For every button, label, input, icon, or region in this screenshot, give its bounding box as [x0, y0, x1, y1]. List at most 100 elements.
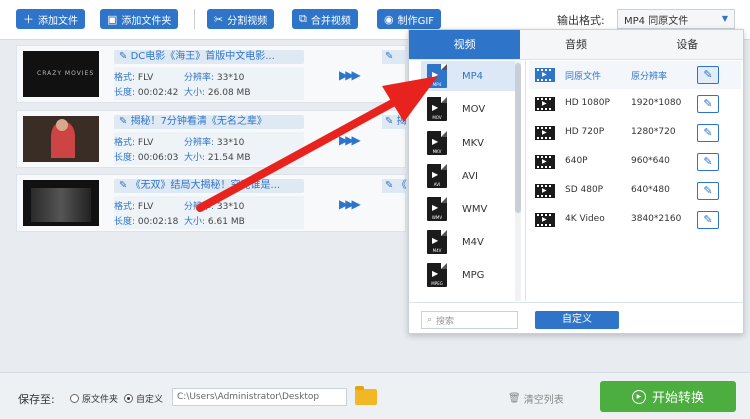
custom-button[interactable]: 自定义	[535, 311, 619, 329]
output-format-select[interactable]: MP4 同原文件 ▼	[617, 9, 735, 29]
scrollbar-thumb[interactable]	[515, 63, 521, 213]
edit-icon[interactable]: ✎	[697, 66, 719, 84]
edit-icon[interactable]: ✎	[697, 211, 719, 229]
split-video-button[interactable]: ✂ 分割视频	[207, 9, 275, 29]
gif-icon: ◉	[384, 12, 394, 26]
file-row-3[interactable]: ✎ 《无双》结局大揭秘！究竟谁是... 格式: FLV 分辨率: 33*10 长…	[16, 174, 407, 232]
edit-icon[interactable]: ✎	[697, 153, 719, 171]
output-title[interactable]: ✎ 揭	[382, 115, 407, 129]
format-name: MKV	[462, 137, 485, 149]
file-size: 大小: 6.61 MB	[184, 217, 245, 227]
edit-icon[interactable]: ✎	[697, 182, 719, 200]
format-name: M4V	[462, 236, 484, 248]
resolution-row[interactable]: ▶ 4K Video 3840*2160 ✎	[529, 206, 741, 234]
format-item-wmv[interactable]: ▶ WMV WMV	[421, 194, 521, 224]
format-name: AVI	[462, 170, 478, 182]
film-icon: ▶	[535, 184, 555, 198]
bottom-bar: 保存至: 原文件夹 自定义 C:\Users\Administrator\Des…	[0, 372, 750, 419]
edit-icon[interactable]: ✎	[697, 95, 719, 113]
m4v-file-icon: ▶ M4V	[427, 230, 447, 254]
tab-device[interactable]: 设备	[631, 30, 743, 59]
file-duration: 长度: 00:02:42	[114, 88, 179, 98]
format-item-mpg[interactable]: ▶ MPEG MPG	[421, 260, 521, 290]
panel-footer: ⌕ 搜索 自定义	[409, 302, 743, 333]
file-resolution: 分辨率: 33*10	[184, 138, 245, 148]
plus-icon: ＋	[23, 13, 34, 26]
video-thumbnail	[23, 180, 99, 226]
output-path-field[interactable]: C:\Users\Administrator\Desktop	[172, 388, 347, 406]
resolution-row[interactable]: ▶ 640P 960*640 ✎	[529, 148, 741, 176]
save-to-label: 保存至:	[18, 393, 55, 406]
file-format: 格式: FLV	[114, 73, 154, 83]
format-name: WMV	[462, 203, 488, 215]
file-resolution: 分辨率: 33*10	[184, 73, 245, 83]
output-title[interactable]: ✎ DC	[382, 50, 407, 64]
format-search-input[interactable]: ⌕ 搜索	[421, 311, 518, 329]
start-convert-label: 开始转换	[651, 391, 704, 406]
radio-custom-folder[interactable]: 自定义	[124, 392, 163, 405]
edit-icon[interactable]: ✎	[697, 124, 719, 142]
video-thumbnail: CRAZY MOVIES	[23, 51, 99, 97]
caret-down-icon: ▼	[721, 14, 728, 23]
resolution-name: SD 480P	[565, 185, 604, 195]
resolution-name: HD 720P	[565, 127, 605, 137]
toolbar-divider	[194, 9, 195, 29]
clear-list-button[interactable]: 🗑 清空列表	[508, 391, 564, 406]
resolution-row[interactable]: ▶ HD 1080P 1920*1080 ✎	[529, 90, 741, 118]
resolution-value: 原分辨率	[631, 72, 668, 82]
video-thumbnail	[23, 116, 99, 162]
mpg-file-icon: ▶ MPEG	[427, 263, 447, 287]
file-title[interactable]: ✎ DC电影《海王》首版中文电影...	[114, 50, 304, 64]
format-list-scrollbar[interactable]	[515, 61, 521, 301]
merge-icon: ⧉	[299, 12, 307, 25]
add-file-button[interactable]: ＋ 添加文件	[16, 9, 85, 29]
format-item-avi[interactable]: ▶ AVI AVI	[421, 161, 521, 191]
start-convert-button[interactable]: ▶ 开始转换	[600, 381, 736, 412]
make-gif-button[interactable]: ◉ 制作GIF	[377, 9, 442, 29]
format-item-mkv[interactable]: ▶ MKV MKV	[421, 128, 521, 158]
film-icon: ▶	[535, 155, 555, 169]
resolution-row[interactable]: ▶ 同原文件 原分辨率 ✎	[529, 61, 741, 89]
file-resolution: 分辨率: 33*10	[184, 202, 245, 212]
output-format-value: MP4 同原文件	[624, 15, 689, 27]
format-item-m4v[interactable]: ▶ M4V M4V	[421, 227, 521, 257]
add-folder-button[interactable]: ▣ 添加文件夹	[100, 9, 179, 29]
format-item-mp4[interactable]: ▶ MP4 MP4	[421, 61, 521, 91]
file-title[interactable]: ✎ 《无双》结局大揭秘！究竟谁是...	[114, 179, 304, 193]
scissors-icon: ✂	[214, 12, 224, 26]
output-title[interactable]: ✎ 《	[382, 179, 407, 193]
resolution-value: 1920*1080	[631, 98, 682, 108]
resolution-name: 640P	[565, 156, 588, 166]
resolution-row[interactable]: ▶ HD 720P 1280*720 ✎	[529, 119, 741, 147]
convert-arrow-icon: ▶▶▶	[339, 197, 361, 211]
file-row-2[interactable]: ✎ 揭秘！7分钟看清《无名之辈》 格式: FLV 分辨率: 33*10 长度: …	[16, 110, 407, 168]
format-name: MP4	[462, 70, 484, 82]
add-folder-label: 添加文件夹	[121, 15, 172, 27]
play-circle-icon: ▶	[631, 389, 646, 404]
file-row-1[interactable]: CRAZY MOVIES ✎ DC电影《海王》首版中文电影... 格式: FLV…	[16, 45, 407, 103]
thumbnail-text: CRAZY MOVIES	[37, 70, 95, 77]
search-icon: ⌕	[427, 315, 433, 325]
resolution-row[interactable]: ▶ SD 480P 640*480 ✎	[529, 177, 741, 205]
format-list: ▶ MP4 MP4 ▶ MOV MOV ▶ MKV MKV ▶ AVI AVI ▶ WMV…	[421, 61, 521, 301]
convert-arrow-icon: ▶▶▶	[339, 133, 361, 147]
resolution-value: 1280*720	[631, 127, 676, 137]
format-item-mov[interactable]: ▶ MOV MOV	[421, 94, 521, 124]
resolution-name: 4K Video	[565, 214, 605, 224]
make-gif-label: 制作GIF	[397, 15, 435, 27]
thumbnail-face	[56, 119, 68, 131]
convert-arrow-icon: ▶▶▶	[339, 68, 361, 82]
file-duration: 长度: 00:06:03	[114, 153, 179, 163]
resolution-name: HD 1080P	[565, 98, 610, 108]
radio-original-folder[interactable]: 原文件夹	[70, 392, 118, 405]
resolution-name: 同原文件	[565, 72, 602, 82]
file-size: 大小: 21.54 MB	[184, 153, 251, 163]
avi-file-icon: ▶ AVI	[427, 164, 447, 188]
tab-video[interactable]: 视频	[409, 30, 521, 59]
folder-icon[interactable]	[355, 386, 377, 405]
resolution-value: 960*640	[631, 156, 670, 166]
merge-video-button[interactable]: ⧉ 合并视频	[292, 9, 358, 29]
film-icon: ▶	[535, 126, 555, 140]
file-title[interactable]: ✎ 揭秘！7分钟看清《无名之辈》	[114, 115, 304, 129]
tab-audio[interactable]: 音频	[520, 30, 632, 59]
